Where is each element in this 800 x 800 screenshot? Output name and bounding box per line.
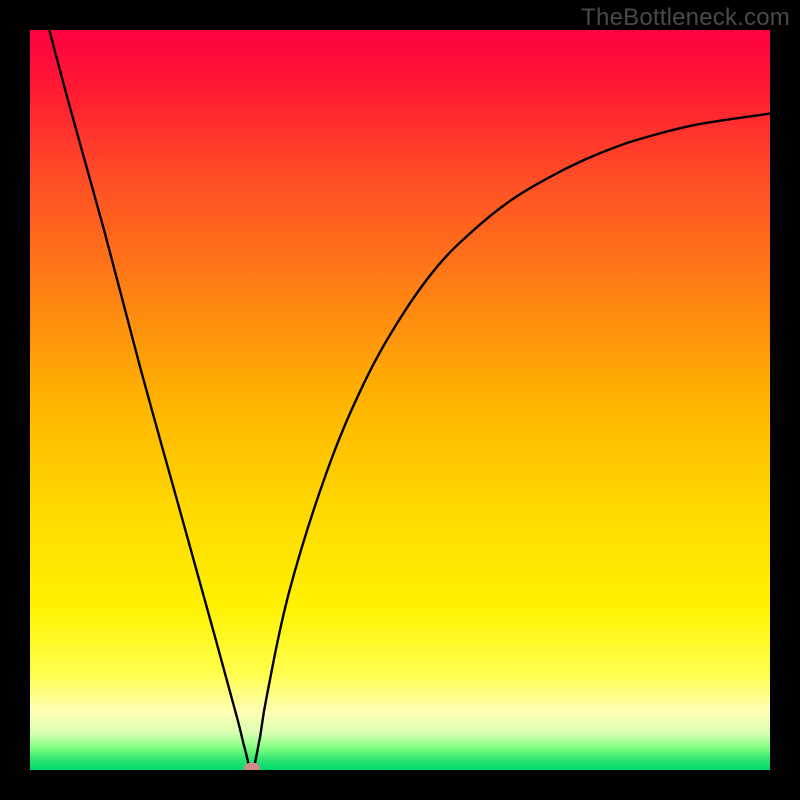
- plot-area: [30, 30, 770, 770]
- bottleneck-curve: [30, 30, 770, 770]
- watermark-text: TheBottleneck.com: [581, 4, 790, 32]
- optimum-marker: [244, 763, 260, 771]
- chart-frame: TheBottleneck.com: [0, 0, 800, 800]
- curve-svg: [30, 30, 770, 770]
